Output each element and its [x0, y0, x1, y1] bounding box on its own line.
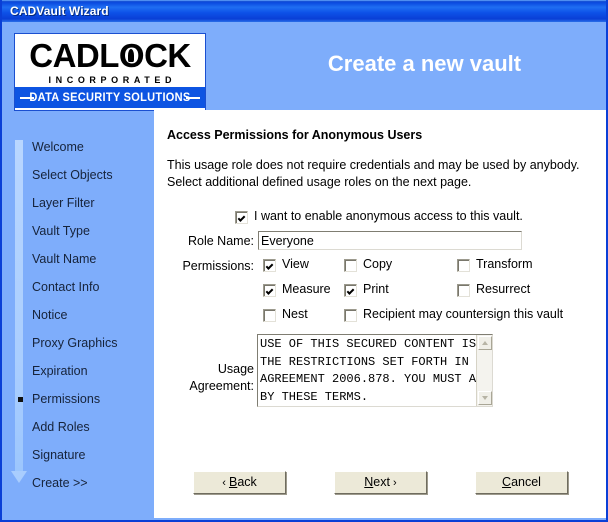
usage-agreement-scrollbar[interactable]: [476, 335, 492, 406]
next-arrow-icon: ›: [389, 477, 397, 489]
permission-countersign-label: Recipient may countersign this vault: [363, 307, 564, 321]
role-name-input[interactable]: [258, 231, 522, 250]
logo-word-after: CK: [144, 37, 191, 74]
logo-tagline-bar: DATA SECURITY SOLUTIONS: [15, 87, 205, 108]
next-label: ext: [373, 475, 390, 489]
permission-measure-label: Measure: [282, 282, 331, 296]
permission-nest-label: Nest: [282, 307, 308, 321]
permission-print-checkbox[interactable]: [344, 284, 357, 297]
sidebar-item-contact-info[interactable]: Contact Info: [32, 280, 99, 295]
permissions-label: Permissions:: [182, 259, 254, 273]
sidebar-item-layer-filter[interactable]: Layer Filter: [32, 196, 95, 211]
permission-view-checkbox[interactable]: [263, 259, 276, 272]
permission-nest-checkbox[interactable]: [263, 309, 276, 322]
back-arrow-icon: ‹: [222, 477, 229, 489]
wizard-window: CADVault Wizard CADLOCK INCORPORATED DAT…: [0, 0, 608, 522]
logo-wordmark: CADLOCK: [15, 39, 205, 73]
permission-copy-checkbox[interactable]: [344, 259, 357, 272]
back-label: ack: [237, 475, 257, 489]
permission-resurrect-checkbox[interactable]: [457, 284, 470, 297]
permission-view-label: View: [282, 257, 309, 271]
cadlock-logo: CADLOCK INCORPORATED DATA SECURITY SOLUT…: [14, 33, 206, 111]
logo-word-before: CADL: [29, 37, 119, 74]
permission-measure-checkbox[interactable]: [263, 284, 276, 297]
progress-arrow-shaft: [15, 140, 23, 473]
scroll-up-icon[interactable]: [478, 336, 492, 350]
sidebar-item-welcome[interactable]: Welcome: [32, 140, 84, 155]
permission-resurrect-label: Resurrect: [476, 282, 531, 296]
wizard-steps-sidebar: Welcome Select Objects Layer Filter Vaul…: [2, 118, 154, 520]
anonymous-access-label: I want to enable anonymous access to thi…: [254, 209, 523, 223]
sidebar-item-proxy-graphics[interactable]: Proxy Graphics: [32, 336, 117, 351]
permission-print-label: Print: [363, 282, 389, 296]
sidebar-item-create[interactable]: Create >>: [32, 476, 88, 491]
content-panel: Access Permissions for Anonymous Users T…: [154, 110, 606, 518]
cancel-button[interactable]: Cancel: [475, 471, 568, 494]
permission-countersign-checkbox[interactable]: [344, 309, 357, 322]
section-heading: Access Permissions for Anonymous Users: [167, 128, 423, 142]
permission-transform-checkbox[interactable]: [457, 259, 470, 272]
sidebar-item-permissions[interactable]: Permissions: [32, 392, 100, 407]
next-mnemonic: N: [364, 475, 374, 489]
page-title: Create a new vault: [327, 51, 522, 76]
usage-agreement-label-line1: Usage: [217, 362, 254, 376]
sidebar-item-expiration[interactable]: Expiration: [32, 364, 88, 379]
role-name-label: Role Name:: [188, 234, 254, 248]
window-title: CADVault Wizard: [10, 4, 109, 18]
anonymous-access-checkbox[interactable]: [235, 211, 248, 224]
logo-tagline: DATA SECURITY SOLUTIONS: [29, 90, 191, 104]
logo-incorporated: INCORPORATED: [48, 75, 177, 85]
sidebar-item-vault-name[interactable]: Vault Name: [32, 252, 96, 267]
permission-transform-label: Transform: [476, 257, 533, 271]
cancel-label: ancel: [511, 475, 541, 489]
usage-agreement-label-line2: Agreement:: [189, 379, 254, 393]
usage-agreement-text: USE OF THIS SECURED CONTENT IS SUBJECT T…: [260, 337, 492, 404]
section-description: This usage role does not require credent…: [167, 158, 580, 189]
sidebar-item-notice[interactable]: Notice: [32, 308, 67, 323]
next-button[interactable]: Next ›: [334, 471, 427, 494]
usage-agreement-field[interactable]: USE OF THIS SECURED CONTENT IS SUBJECT T…: [257, 334, 493, 407]
sidebar-item-vault-type[interactable]: Vault Type: [32, 224, 90, 239]
sidebar-item-add-roles[interactable]: Add Roles: [32, 420, 90, 435]
progress-arrow-head-icon: [11, 471, 27, 483]
cancel-mnemonic: C: [502, 475, 512, 489]
back-button[interactable]: ‹ Back: [193, 471, 286, 494]
title-bar: CADVault Wizard: [2, 0, 606, 22]
current-step-bullet: [18, 397, 23, 402]
scroll-down-icon[interactable]: [478, 391, 492, 405]
permission-copy-label: Copy: [363, 257, 393, 271]
sidebar-item-select-objects[interactable]: Select Objects: [32, 168, 113, 183]
sidebar-item-signature[interactable]: Signature: [32, 448, 86, 463]
logo-keyhole-o: O: [119, 39, 145, 73]
